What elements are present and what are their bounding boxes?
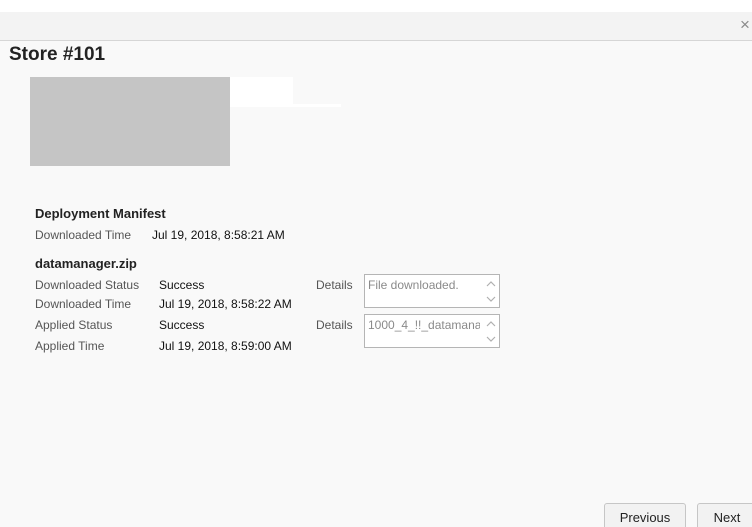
chevron-down-icon[interactable] [486, 334, 496, 344]
manifest-downloaded-time-value: Jul 19, 2018, 8:58:21 AM [152, 228, 285, 242]
dialog-titlebar [0, 12, 752, 41]
next-button[interactable]: Next [697, 503, 752, 527]
chevron-up-icon[interactable] [486, 319, 496, 329]
downloaded-time-value: Jul 19, 2018, 8:58:22 AM [159, 297, 292, 311]
page-title: Store #101 [9, 44, 106, 65]
manifest-heading: Deployment Manifest [35, 206, 166, 221]
details-textarea-applied[interactable]: 1000_4_!!_datamanager [364, 314, 500, 348]
close-icon[interactable]: × [740, 15, 752, 35]
chevron-down-icon[interactable] [486, 294, 496, 304]
applied-status-value: Success [159, 318, 205, 332]
store-image-placeholder [30, 77, 230, 166]
downloaded-status-label: Downloaded Status [35, 278, 140, 292]
previous-button[interactable]: Previous [604, 503, 686, 527]
downloaded-status-value: Success [159, 278, 205, 292]
dialog-top-strip [0, 0, 752, 12]
applied-time-value: Jul 19, 2018, 8:59:00 AM [159, 339, 292, 353]
details-text-applied: 1000_4_!!_datamanager [368, 318, 480, 332]
downloaded-time-label: Downloaded Time [35, 297, 132, 311]
file-heading: datamanager.zip [35, 256, 137, 271]
details-label-download: Details [316, 278, 353, 292]
manifest-downloaded-time-label: Downloaded Time [35, 228, 132, 242]
details-text-download: File downloaded. [368, 278, 459, 292]
store-image-mask-line [293, 104, 341, 107]
details-textarea-download[interactable]: File downloaded. [364, 274, 500, 308]
applied-time-label: Applied Time [35, 339, 105, 353]
store-image-mask [230, 77, 293, 107]
applied-status-label: Applied Status [35, 318, 113, 332]
store-dialog: × Store #101 Deployment Manifest Downloa… [0, 0, 752, 527]
details-label-applied: Details [316, 318, 353, 332]
chevron-up-icon[interactable] [486, 279, 496, 289]
